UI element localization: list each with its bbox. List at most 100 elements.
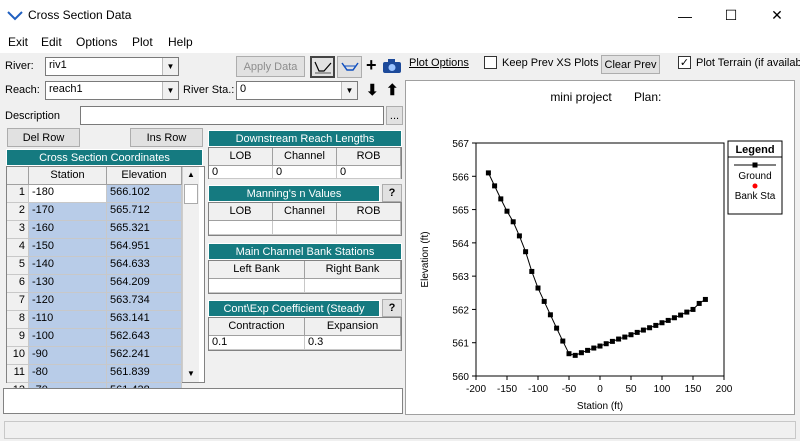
channel-icon — [340, 62, 359, 71]
y-tick-label: 562 — [452, 305, 469, 316]
station-cell[interactable]: -130 — [29, 275, 107, 293]
plot-frame — [475, 142, 725, 377]
x-tick-label: -50 — [562, 384, 577, 395]
elevation-cell[interactable]: 565.321 — [107, 221, 182, 239]
description-field[interactable] — [80, 106, 384, 125]
xs-shape-button[interactable] — [337, 56, 362, 78]
mannings-table: LOB Channel ROB — [208, 202, 402, 236]
data-point — [653, 322, 659, 328]
prev-xs-button[interactable]: ⬆ — [386, 81, 399, 99]
channel-n-input[interactable] — [273, 221, 337, 235]
station-cell[interactable]: -170 — [29, 203, 107, 221]
keep-prev-checkbox[interactable]: Keep Prev XS Plots — [484, 56, 599, 69]
coefficients-table: Contraction Expansion 0.1 0.3 — [208, 317, 402, 351]
station-cell[interactable]: -100 — [29, 329, 107, 347]
close-button[interactable]: ✕ — [754, 0, 800, 31]
elevation-cell[interactable]: 564.951 — [107, 239, 182, 257]
y-tick-label: 563 — [452, 272, 469, 283]
data-point — [578, 350, 584, 356]
xs-coords-table: Station Elevation 1 -180 566.102 2 -170 565.7… — [6, 166, 205, 401]
river-select[interactable]: riv1 ▼ — [45, 57, 179, 76]
elevation-cell[interactable]: 561.839 — [107, 365, 182, 383]
station-cell[interactable]: -180 — [29, 185, 107, 203]
rob-length-input[interactable]: 0 — [337, 166, 401, 179]
plot-terrain-label: Plot Terrain (if availab — [696, 56, 800, 69]
river-sta-select[interactable]: 0 ▼ — [236, 81, 358, 100]
elevation-cell[interactable]: 564.633 — [107, 257, 182, 275]
elevation-cell[interactable]: 563.141 — [107, 311, 182, 329]
channel-length-input[interactable]: 0 — [273, 166, 337, 179]
right-bank-input[interactable] — [305, 279, 401, 293]
ins-row-button[interactable]: Ins Row — [130, 128, 203, 147]
col-elevation: Elevation — [107, 167, 182, 185]
data-point — [485, 170, 491, 176]
y-tick-label: 560 — [452, 372, 469, 383]
description-browse-button[interactable]: ... — [386, 106, 403, 125]
reach-label: Reach: — [5, 84, 40, 96]
plot-xs-button[interactable] — [310, 56, 335, 78]
chart-title: mini project — [550, 90, 612, 104]
row-number: 6 — [7, 275, 29, 293]
col-contraction: Contraction — [209, 318, 305, 336]
legend-title: Legend — [735, 144, 774, 156]
reach-select[interactable]: reach1 ▼ — [45, 81, 179, 100]
data-point — [622, 334, 628, 340]
del-row-button[interactable]: Del Row — [7, 128, 80, 147]
station-cell[interactable]: -140 — [29, 257, 107, 275]
series-line-ground — [487, 172, 706, 356]
contraction-input[interactable]: 0.1 — [209, 336, 305, 350]
mannings-help-button[interactable]: ? — [382, 184, 402, 202]
menu-options[interactable]: Options — [76, 35, 117, 49]
elevation-cell[interactable]: 566.102 — [107, 185, 182, 203]
camera-button[interactable] — [382, 58, 402, 77]
scroll-up-icon[interactable]: ▲ — [183, 167, 199, 183]
elevation-cell[interactable]: 565.712 — [107, 203, 182, 221]
station-cell[interactable]: -80 — [29, 365, 107, 383]
x-tick-label: -100 — [528, 384, 548, 395]
apply-data-button[interactable]: Apply Data — [236, 56, 305, 77]
elevation-cell[interactable]: 562.643 — [107, 329, 182, 347]
rob-n-input[interactable] — [337, 221, 401, 235]
elevation-cell[interactable]: 563.734 — [107, 293, 182, 311]
xs-coords-title: Cross Section Coordinates — [6, 149, 203, 166]
data-point — [609, 338, 615, 344]
data-point — [523, 249, 529, 255]
lob-n-input[interactable] — [209, 221, 273, 235]
station-cell[interactable]: -150 — [29, 239, 107, 257]
station-cell[interactable]: -160 — [29, 221, 107, 239]
clear-prev-button[interactable]: Clear Prev — [601, 55, 660, 74]
plot-terrain-check[interactable]: ✓ — [678, 56, 691, 69]
menu-plot[interactable]: Plot — [132, 35, 153, 49]
table-scrollbar[interactable]: ▲ ▼ — [182, 167, 199, 382]
station-cell[interactable]: -110 — [29, 311, 107, 329]
data-point — [659, 320, 665, 326]
coefficients-help-button[interactable]: ? — [382, 299, 402, 317]
left-bank-input[interactable] — [209, 279, 305, 293]
minimize-button[interactable]: — — [662, 0, 708, 31]
station-cell[interactable]: -90 — [29, 347, 107, 365]
plot-options-link[interactable]: Plot Options — [409, 57, 469, 69]
menu-help[interactable]: Help — [168, 35, 193, 49]
bottom-status — [4, 421, 796, 439]
station-cell[interactable]: -120 — [29, 293, 107, 311]
elevation-cell[interactable]: 564.209 — [107, 275, 182, 293]
maximize-button[interactable]: ☐ — [708, 0, 754, 31]
data-point — [616, 336, 622, 342]
data-point — [572, 352, 578, 358]
legend-bank-marker — [752, 183, 758, 189]
expansion-input[interactable]: 0.3 — [305, 336, 401, 350]
row-number: 8 — [7, 311, 29, 329]
plot-terrain-checkbox[interactable]: ✓ Plot Terrain (if availab — [678, 56, 800, 69]
legend-ground-marker — [752, 162, 758, 168]
data-point — [647, 325, 653, 331]
lob-length-input[interactable]: 0 — [209, 166, 273, 179]
keep-prev-check[interactable] — [484, 56, 497, 69]
next-xs-button[interactable]: ⬇ — [366, 81, 379, 99]
menu-edit[interactable]: Edit — [41, 35, 62, 49]
scroll-thumb[interactable] — [184, 184, 198, 204]
menu-exit[interactable]: Exit — [8, 35, 28, 49]
elevation-cell[interactable]: 562.241 — [107, 347, 182, 365]
scroll-down-icon[interactable]: ▼ — [183, 366, 199, 382]
add-xs-button[interactable]: + — [366, 55, 377, 76]
row-number: 7 — [7, 293, 29, 311]
